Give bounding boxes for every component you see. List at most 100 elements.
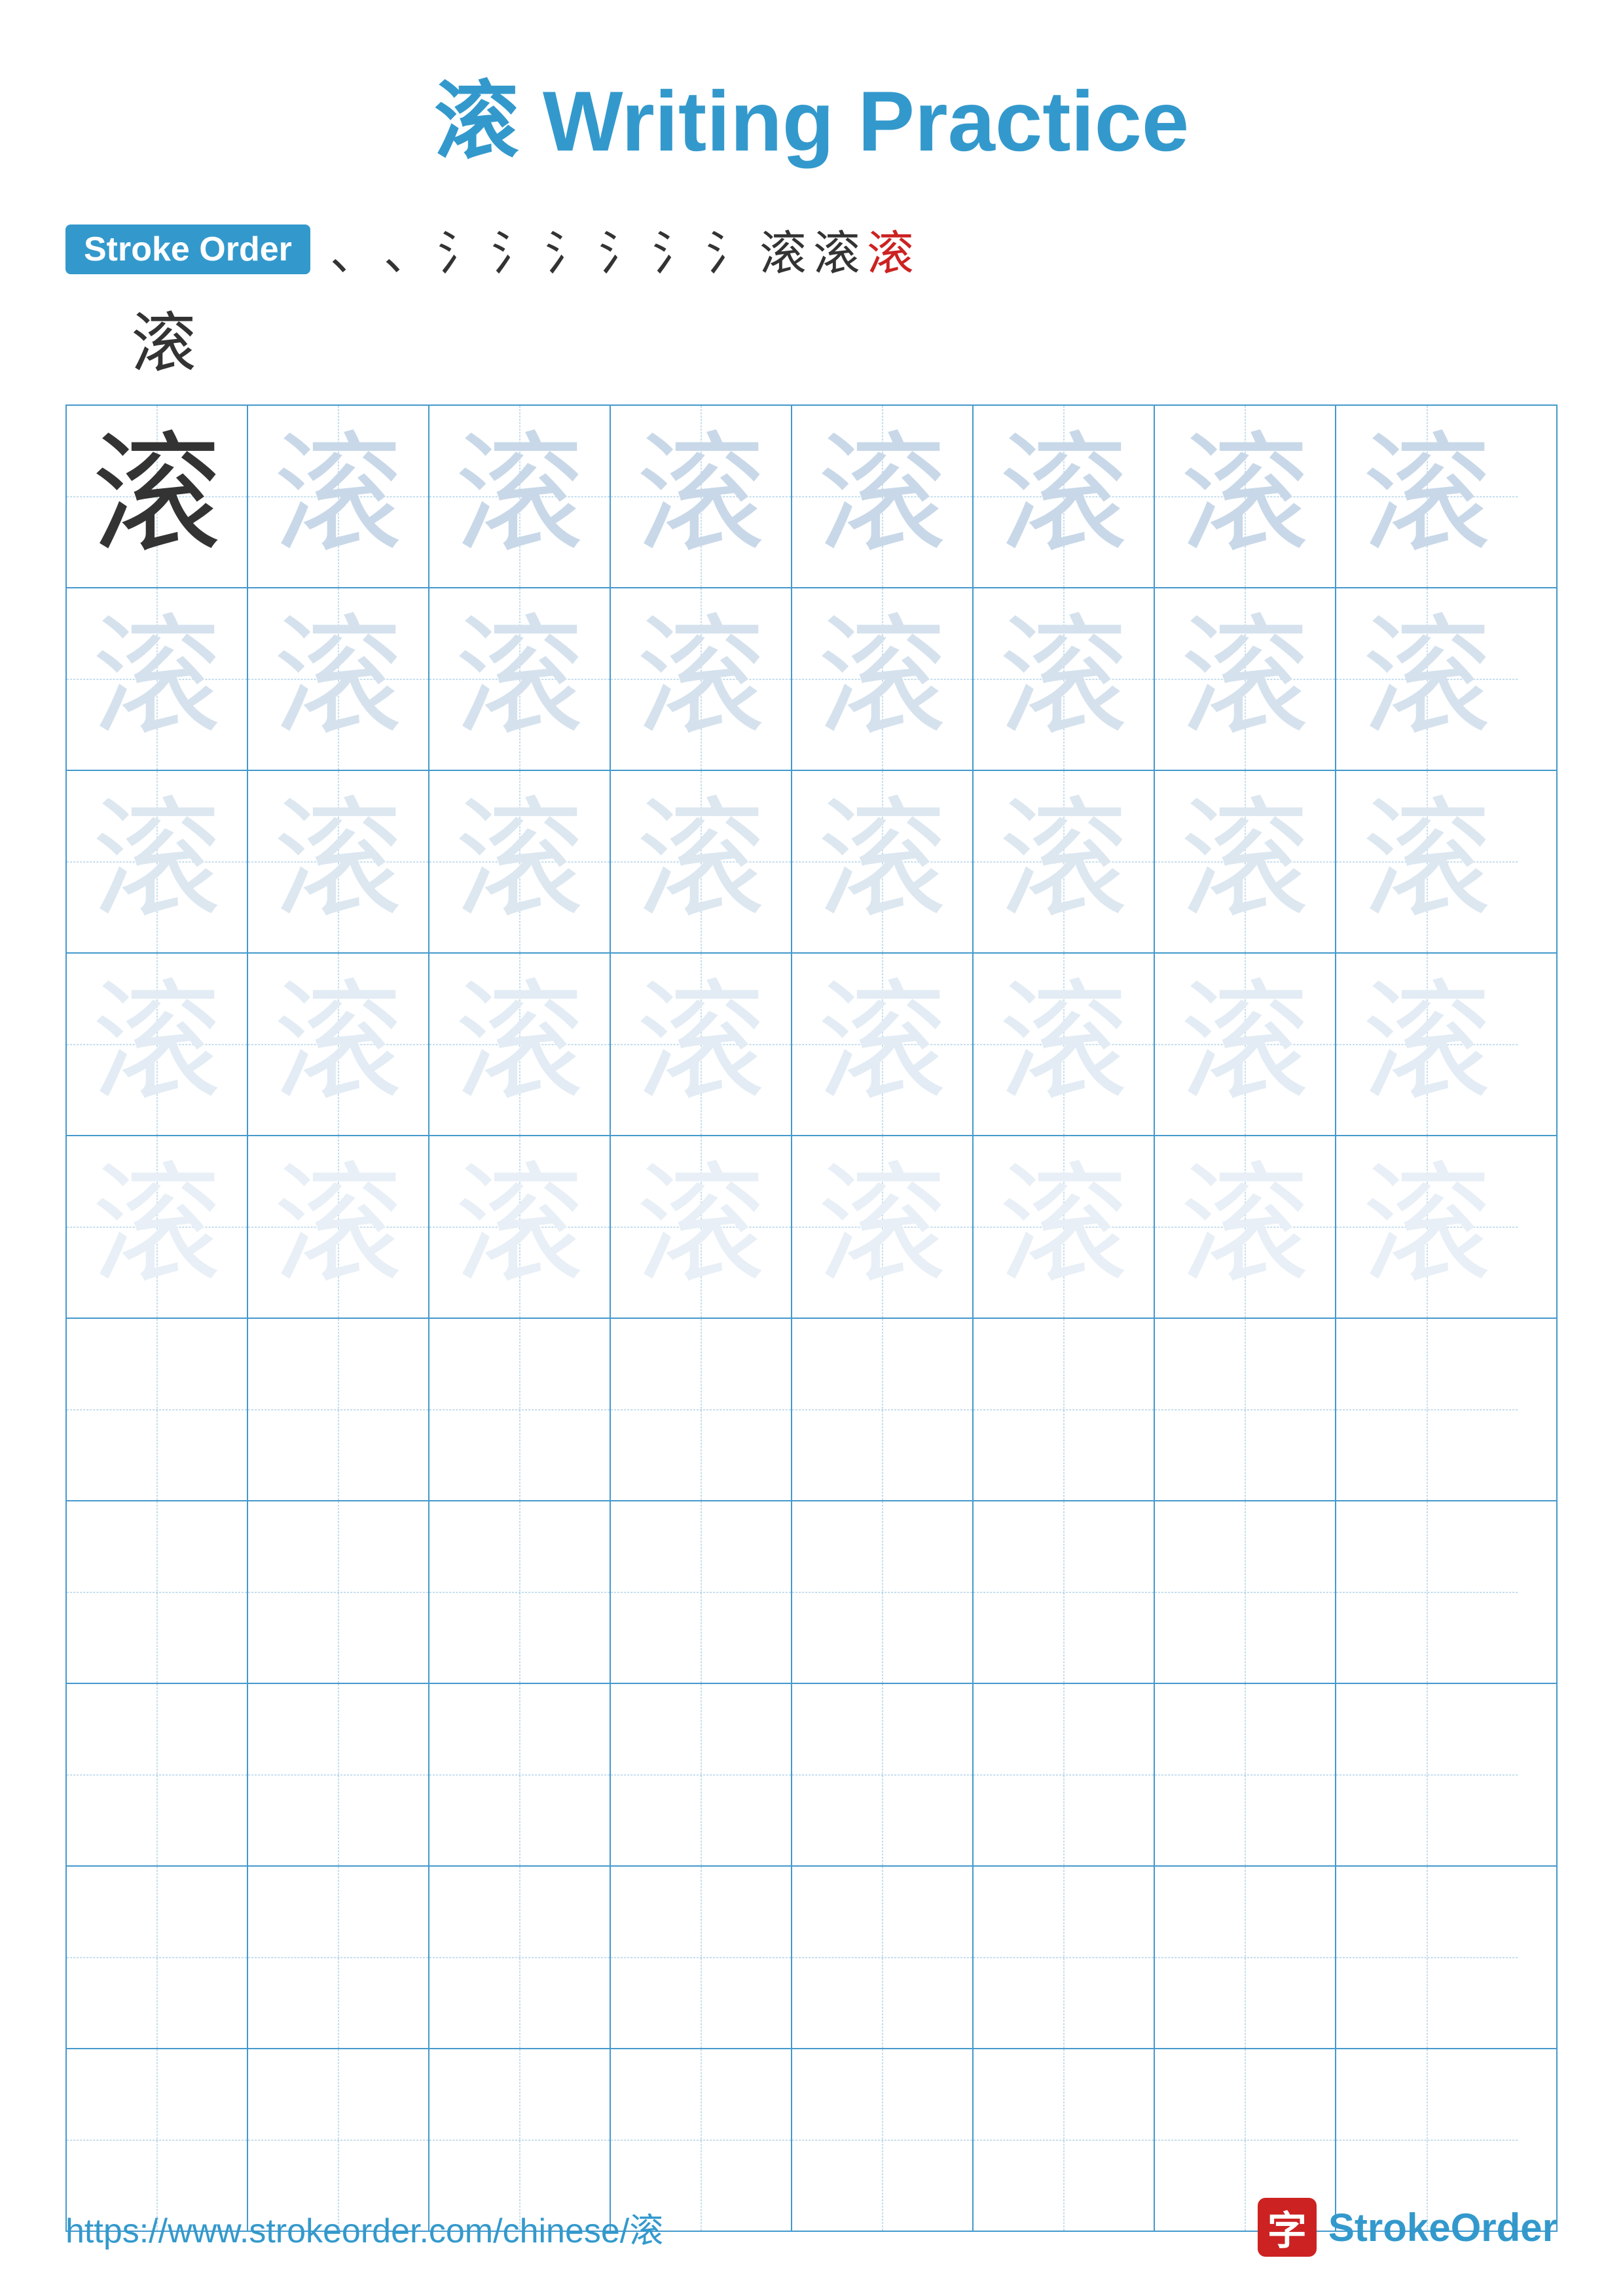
grid-cell-empty[interactable] (1155, 1501, 1336, 1683)
stroke-2: 、 (384, 215, 431, 283)
page-title: 滚 Writing Practice (434, 73, 1189, 169)
grid-cell[interactable]: 滚 (974, 1136, 1155, 1318)
grid-cell-empty[interactable] (67, 1867, 248, 2048)
grid-cell-empty[interactable] (429, 1501, 611, 1683)
grid-cell-empty[interactable] (1336, 1867, 1518, 2048)
grid-cell[interactable]: 滚 (1155, 406, 1336, 587)
grid-cell[interactable]: 滚 (248, 406, 429, 587)
grid-row-1: 滚 滚 滚 滚 滚 滚 滚 滚 (67, 406, 1556, 588)
grid-cell[interactable]: 滚 (611, 771, 792, 952)
footer-url: https://www.strokeorder.com/chinese/滚 (65, 2203, 663, 2252)
stroke-6: 氵 (598, 215, 646, 283)
grid-cell[interactable]: 滚 (429, 1136, 611, 1318)
title-char: 滚 (434, 75, 519, 170)
stroke-8: 氵 (706, 215, 753, 283)
grid-cell[interactable]: 滚 (1336, 954, 1518, 1135)
grid-cell[interactable]: 滚 (67, 954, 248, 1135)
grid-cell[interactable]: 滚 (1155, 588, 1336, 770)
grid-cell[interactable]: 滚 (248, 771, 429, 952)
grid-cell[interactable]: 滚 (1155, 1136, 1336, 1318)
grid-cell[interactable]: 滚 (429, 771, 611, 952)
grid-row-3: 滚 滚 滚 滚 滚 滚 滚 滚 (67, 771, 1556, 954)
logo-icon: 字 (1258, 2198, 1317, 2257)
grid-cell-empty[interactable] (1155, 1319, 1336, 1500)
grid-row-9 (67, 1867, 1556, 2049)
grid-cell-empty[interactable] (67, 1501, 248, 1683)
stroke-final-char: 滚 (65, 290, 1623, 385)
grid-row-7 (67, 1501, 1556, 1684)
grid-cell-empty[interactable] (792, 1684, 974, 1865)
grid-cell-empty[interactable] (974, 1319, 1155, 1500)
grid-cell[interactable]: 滚 (429, 588, 611, 770)
grid-cell[interactable]: 滚 (67, 406, 248, 587)
grid-cell[interactable]: 滚 (974, 771, 1155, 952)
grid-cell-empty[interactable] (429, 1684, 611, 1865)
grid-row-8 (67, 1684, 1556, 1867)
logo-stroke: Stroke (1328, 2206, 1451, 2250)
grid-cell[interactable]: 滚 (792, 588, 974, 770)
grid-cell[interactable]: 滚 (611, 954, 792, 1135)
grid-cell[interactable]: 滚 (1336, 588, 1518, 770)
grid-cell[interactable]: 滚 (792, 1136, 974, 1318)
grid-cell-empty[interactable] (1336, 1684, 1518, 1865)
grid-cell[interactable]: 滚 (248, 588, 429, 770)
grid-cell[interactable]: 滚 (611, 1136, 792, 1318)
stroke-7: 氵 (652, 215, 699, 283)
grid-cell-empty[interactable] (792, 1867, 974, 2048)
grid-row-2: 滚 滚 滚 滚 滚 滚 滚 滚 (67, 588, 1556, 771)
grid-cell[interactable]: 滚 (429, 954, 611, 1135)
grid-row-6 (67, 1319, 1556, 1501)
grid-cell-empty[interactable] (1155, 1684, 1336, 1865)
grid-cell[interactable]: 滚 (1336, 771, 1518, 952)
grid-cell-empty[interactable] (429, 1319, 611, 1500)
grid-cell-empty[interactable] (611, 1501, 792, 1683)
title-area: 滚 Writing Practice (0, 0, 1623, 215)
footer-logo: 字 StrokeOrder (1258, 2198, 1558, 2257)
grid-cell[interactable]: 滚 (67, 588, 248, 770)
stroke-1: 、 (330, 215, 377, 283)
grid-cell[interactable]: 滚 (1155, 771, 1336, 952)
stroke-order-row: Stroke Order 、 、 氵 氵 氵 氵 氵 氵 滚 滚 滚 (65, 215, 1623, 283)
grid-cell-empty[interactable] (1155, 1867, 1336, 2048)
grid-cell-empty[interactable] (974, 1684, 1155, 1865)
grid-cell[interactable]: 滚 (429, 406, 611, 587)
grid-cell[interactable]: 滚 (611, 406, 792, 587)
title-text: Writing Practice (519, 73, 1189, 169)
grid-cell-empty[interactable] (67, 1319, 248, 1500)
grid-cell[interactable]: 滚 (792, 954, 974, 1135)
grid-cell-empty[interactable] (1336, 1319, 1518, 1500)
grid-cell-empty[interactable] (248, 1867, 429, 2048)
stroke-chars: 、 、 氵 氵 氵 氵 氵 氵 滚 滚 滚 (330, 215, 914, 283)
logo-order: Order (1451, 2206, 1558, 2250)
stroke-order-area: Stroke Order 、 、 氵 氵 氵 氵 氵 氵 滚 滚 滚 滚 (0, 215, 1623, 385)
grid-cell[interactable]: 滚 (1155, 954, 1336, 1135)
grid-cell[interactable]: 滚 (248, 1136, 429, 1318)
grid-cell-empty[interactable] (248, 1319, 429, 1500)
grid-cell-empty[interactable] (974, 1867, 1155, 2048)
stroke-9: 滚 (759, 215, 807, 283)
grid-cell-empty[interactable] (248, 1501, 429, 1683)
grid-cell-empty[interactable] (429, 1867, 611, 2048)
grid-cell[interactable]: 滚 (67, 1136, 248, 1318)
grid-cell[interactable]: 滚 (67, 771, 248, 952)
grid-cell-empty[interactable] (67, 1684, 248, 1865)
grid-row-5: 滚 滚 滚 滚 滚 滚 滚 滚 (67, 1136, 1556, 1319)
grid-cell-empty[interactable] (611, 1684, 792, 1865)
grid-cell[interactable]: 滚 (974, 954, 1155, 1135)
grid-cell[interactable]: 滚 (974, 406, 1155, 587)
grid-cell[interactable]: 滚 (792, 771, 974, 952)
grid-cell-empty[interactable] (1336, 1501, 1518, 1683)
stroke-10: 滚 (813, 215, 860, 283)
grid-cell-empty[interactable] (974, 1501, 1155, 1683)
grid-cell[interactable]: 滚 (792, 406, 974, 587)
grid-cell-empty[interactable] (248, 1684, 429, 1865)
grid-cell-empty[interactable] (792, 1501, 974, 1683)
grid-cell[interactable]: 滚 (1336, 406, 1518, 587)
grid-cell[interactable]: 滚 (611, 588, 792, 770)
grid-cell[interactable]: 滚 (1336, 1136, 1518, 1318)
grid-cell[interactable]: 滚 (974, 588, 1155, 770)
grid-cell-empty[interactable] (792, 1319, 974, 1500)
grid-cell-empty[interactable] (611, 1867, 792, 2048)
grid-cell[interactable]: 滚 (248, 954, 429, 1135)
grid-cell-empty[interactable] (611, 1319, 792, 1500)
